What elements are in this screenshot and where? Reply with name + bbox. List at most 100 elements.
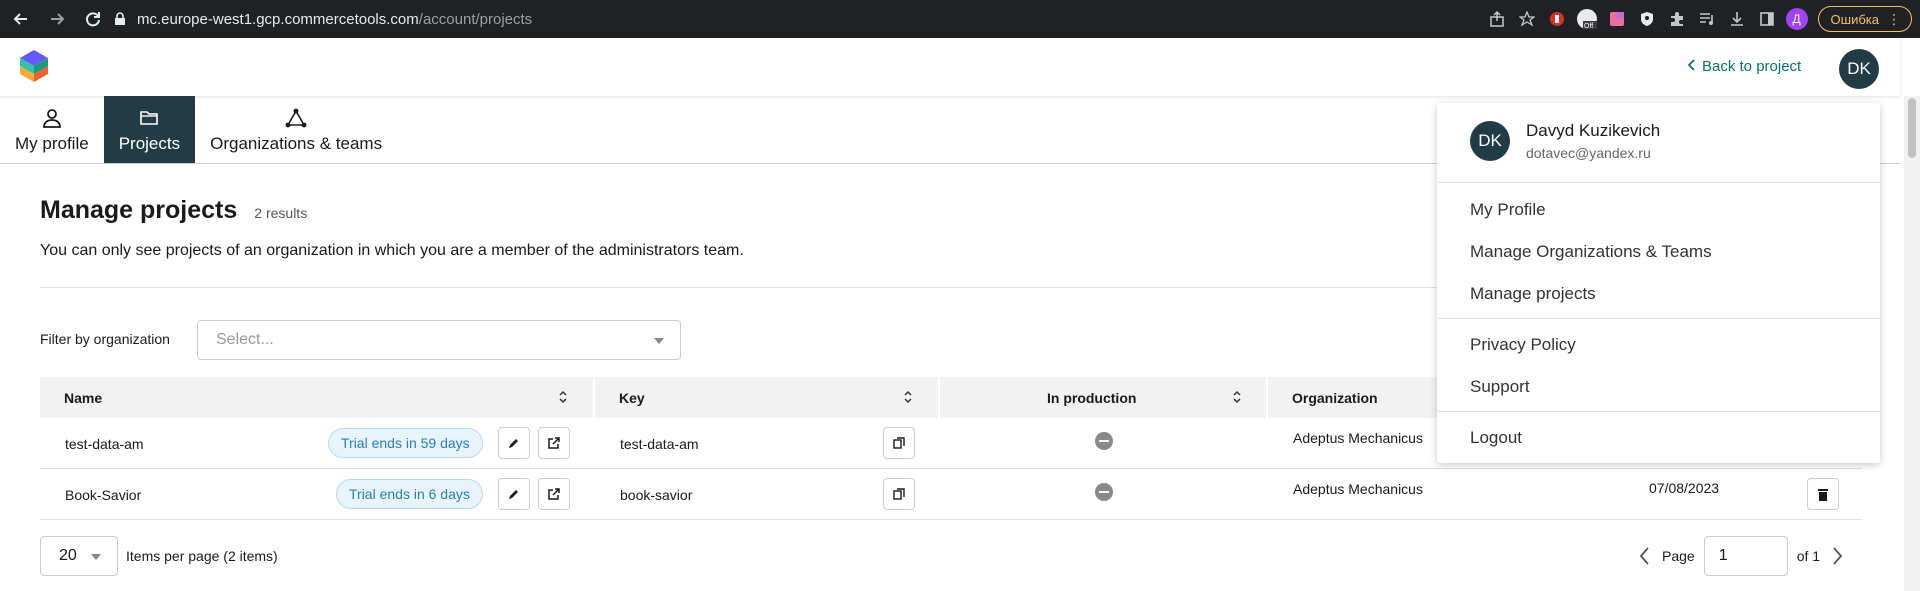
page-title-row: Manage projects 2 results (40, 196, 307, 225)
chevron-left-icon (1687, 58, 1696, 75)
sort-icon[interactable] (903, 389, 913, 405)
browser-profile-avatar[interactable]: Д (1785, 8, 1808, 30)
folder-icon (139, 106, 159, 130)
column-header-name[interactable]: Name (64, 377, 102, 418)
browser-extensions: Off Д Ошибка ⋮ (1482, 0, 1920, 38)
share-icon[interactable] (1482, 4, 1512, 34)
column-header-organization[interactable]: Organization (1292, 377, 1378, 418)
reload-icon[interactable] (78, 4, 108, 34)
result-count: 2 results (254, 205, 308, 221)
extension-gradient-icon[interactable] (1602, 4, 1632, 34)
organization-icon (285, 106, 307, 130)
pagination: Page 1 of 1 (1640, 536, 1843, 576)
tab-my-profile[interactable]: My profile (0, 96, 104, 163)
open-external-button[interactable] (538, 478, 570, 510)
project-name[interactable]: Book-Savior (65, 469, 141, 520)
svg-text:Off: Off (1584, 23, 1593, 30)
tab-label: My profile (15, 133, 89, 153)
shield-icon[interactable] (1632, 4, 1662, 34)
external-link-icon (548, 488, 560, 500)
lock-icon[interactable] (111, 10, 129, 28)
url-path: /account/projects (418, 10, 533, 28)
forward-arrow-icon[interactable] (42, 4, 72, 34)
browser-error-button[interactable]: Ошибка ⋮ (1817, 6, 1912, 32)
scrollbar-thumb[interactable] (1908, 98, 1916, 158)
user-name: Davyd Kuzikevich (1526, 121, 1661, 140)
column-header-key[interactable]: Key (619, 377, 645, 418)
column-header-label: Name (64, 389, 103, 406)
trash-icon (1818, 488, 1828, 501)
organization-name: Adeptus Mechanicus (1293, 481, 1423, 497)
address-bar[interactable]: mc.europe-west1.gcp.commercetools.com/ac… (107, 4, 1577, 34)
column-header-in-production[interactable]: In production (1047, 377, 1136, 418)
column-header-label: Organization (1292, 389, 1378, 406)
menu-divider (1437, 318, 1880, 319)
not-in-production-icon (1095, 432, 1113, 450)
tab-label: Organizations & teams (210, 133, 383, 153)
column-header-label: In production (1047, 389, 1137, 406)
created-date: 07/08/2023 (1649, 480, 1720, 496)
organization-filter-select[interactable]: Select... (197, 320, 681, 360)
menu-item-logout[interactable]: Logout (1470, 428, 1522, 448)
menu-item-support[interactable]: Support (1470, 377, 1530, 397)
user-avatar-button[interactable]: DK (1839, 49, 1879, 89)
column-header-label: Key (619, 389, 645, 406)
back-to-project-link[interactable]: Back to project (1687, 58, 1801, 75)
per-page-select[interactable]: 20 (40, 536, 118, 576)
project-key: book-savior (620, 486, 693, 503)
page-subtitle: You can only see projects of an organiza… (40, 242, 744, 259)
project-name[interactable]: test-data-am (65, 418, 144, 469)
section-divider (40, 287, 1440, 288)
trial-badge: Trial ends in 6 days (336, 479, 483, 509)
page-total-label: of 1 (1796, 548, 1821, 564)
kebab-menu-icon: ⋮ (1887, 10, 1901, 27)
menu-item-privacy-policy[interactable]: Privacy Policy (1470, 335, 1576, 355)
copy-key-button[interactable] (883, 478, 915, 510)
back-arrow-icon[interactable] (6, 4, 36, 34)
page-scrollbar[interactable] (1904, 96, 1920, 591)
edit-button[interactable] (498, 427, 530, 459)
error-label: Ошибка (1830, 11, 1879, 27)
download-icon[interactable] (1722, 4, 1752, 34)
user-menu-dropdown: DK Davyd Kuzikevich dotavec@yandex.ru My… (1437, 103, 1880, 463)
filter-placeholder: Select... (216, 331, 274, 348)
edit-button[interactable] (498, 478, 530, 510)
puzzle-icon[interactable] (1662, 4, 1692, 34)
star-icon[interactable] (1512, 4, 1542, 34)
menu-item-my-profile[interactable]: My Profile (1470, 200, 1546, 220)
copy-key-button[interactable] (883, 427, 915, 459)
copy-icon (893, 488, 905, 500)
user-email: dotavec@yandex.ru (1526, 145, 1651, 161)
chevron-left-icon[interactable] (1640, 547, 1650, 565)
page-number-input[interactable]: 1 (1703, 536, 1788, 576)
extension-red-icon[interactable] (1542, 4, 1572, 34)
tab-organizations-teams[interactable]: Organizations & teams (195, 96, 397, 163)
trial-badge: Trial ends in 59 days (328, 428, 483, 458)
playlist-icon[interactable] (1692, 4, 1722, 34)
side-panel-icon[interactable] (1752, 4, 1782, 34)
open-external-button[interactable] (538, 427, 570, 459)
caret-down-icon (654, 338, 664, 344)
menu-item-manage-organizations[interactable]: Manage Organizations & Teams (1470, 242, 1712, 262)
menu-divider (1437, 411, 1880, 412)
column-separator (593, 377, 595, 418)
tab-projects[interactable]: Projects (103, 96, 196, 163)
project-key: test-data-am (620, 435, 699, 452)
sort-icon[interactable] (558, 389, 568, 405)
per-page-value: 20 (59, 547, 77, 564)
page-label: Page (1662, 548, 1695, 564)
commercetools-logo[interactable] (20, 50, 48, 82)
sort-icon[interactable] (1232, 389, 1242, 405)
extension-off-icon[interactable]: Off (1572, 4, 1602, 34)
column-separator (938, 377, 940, 418)
user-menu-header: DK Davyd Kuzikevich dotavec@yandex.ru (1437, 103, 1880, 183)
caret-down-icon (91, 554, 101, 560)
filter-label: Filter by organization (40, 331, 170, 347)
page-title: Manage projects (40, 196, 238, 224)
tab-label: Projects (118, 133, 181, 153)
external-link-icon (548, 437, 560, 449)
delete-button[interactable] (1807, 478, 1839, 510)
menu-item-manage-projects[interactable]: Manage projects (1470, 284, 1596, 304)
chevron-right-icon[interactable] (1832, 547, 1843, 565)
not-in-production-icon (1095, 483, 1113, 501)
